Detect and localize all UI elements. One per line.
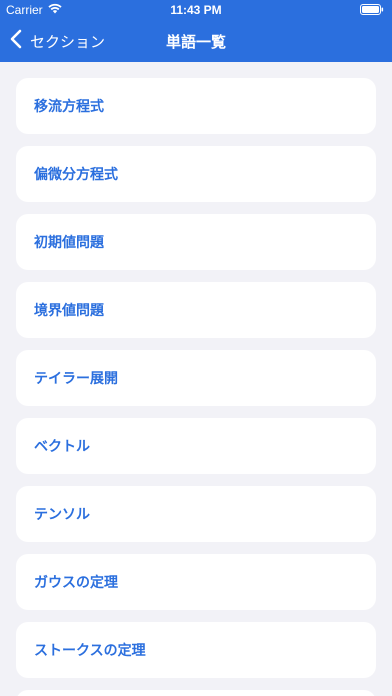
list-item-label: ストークスの定理 <box>34 643 146 659</box>
list-item-label: テンソル <box>34 507 90 523</box>
list-item-label: ベクトル <box>34 439 90 455</box>
navigation-bar: セクション 単語一覧 <box>0 20 392 62</box>
list-item[interactable]: ベクトル <box>16 418 376 474</box>
list-item[interactable]: テイラー展開 <box>16 350 376 406</box>
list-item[interactable]: 移流方程式 <box>16 78 376 134</box>
back-button[interactable]: セクション <box>10 28 105 54</box>
status-bar: Carrier 11:43 PM <box>0 0 392 20</box>
list-item[interactable]: 境界値問題 <box>16 282 376 338</box>
list-item[interactable]: ストークスの定理 <box>16 622 376 678</box>
list-item[interactable]: ガウスの定理 <box>16 554 376 610</box>
list-item-label: 移流方程式 <box>34 99 104 115</box>
list-item-label: 偏微分方程式 <box>34 167 118 183</box>
list-item-label: 初期値問題 <box>34 235 104 251</box>
list-item[interactable]: 初期値問題 <box>16 214 376 270</box>
list-item[interactable]: 偏微分方程式 <box>16 146 376 202</box>
chevron-left-icon <box>10 29 22 53</box>
list-item-partial[interactable] <box>16 690 376 696</box>
list-item[interactable]: テンソル <box>16 486 376 542</box>
list-item-label: ガウスの定理 <box>34 575 118 591</box>
status-time: 11:43 PM <box>170 3 222 17</box>
list-item-label: テイラー展開 <box>34 371 118 387</box>
word-list: 移流方程式 偏微分方程式 初期値問題 境界値問題 テイラー展開 ベクトル テンソ… <box>16 78 376 696</box>
list-item-label: 境界値問題 <box>34 303 104 319</box>
back-button-label: セクション <box>30 32 106 51</box>
battery-icon <box>360 4 384 18</box>
